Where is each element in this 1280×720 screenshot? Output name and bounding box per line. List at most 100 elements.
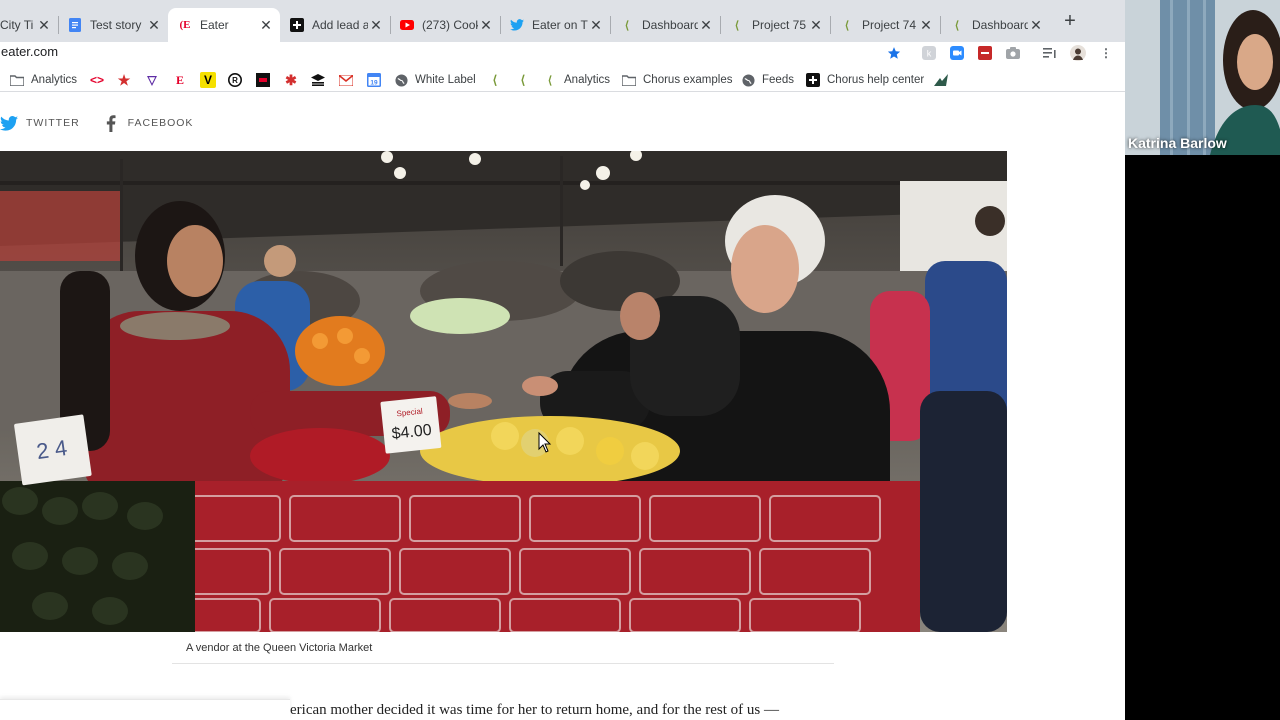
facebook-share-button[interactable]: FACEBOOK: [102, 114, 194, 132]
tab-dashboard-2[interactable]: ⟨ Dashboard ✕: [940, 8, 1050, 42]
tab-title: Project 75: [752, 18, 807, 32]
extension-bookmark-icon[interactable]: [933, 72, 949, 88]
chorus-icon: ⟨: [954, 19, 960, 32]
close-icon[interactable]: ✕: [588, 17, 604, 34]
calendar-day: 19: [370, 80, 378, 87]
bookmark-label: Chorus help center: [827, 74, 925, 86]
divider: [172, 663, 834, 664]
globe-icon: [741, 73, 755, 87]
bookmark-label: Analytics: [564, 74, 611, 86]
bookmark-chorus-help-center[interactable]: Chorus help center: [806, 72, 924, 88]
chorus-icon: ⟨: [844, 19, 850, 32]
bookmark-label: Analytics: [31, 74, 78, 86]
tab-dashboard-1[interactable]: ⟨ Dashboard ✕: [610, 8, 720, 42]
tab-project-75[interactable]: ⟨ Project 75 ✕: [720, 8, 830, 42]
extension-icon[interactable]: k: [921, 45, 937, 61]
facebook-icon: [102, 114, 120, 132]
eater-bookmark-icon[interactable]: E: [172, 72, 188, 88]
tab-title: (273) Cook: [422, 18, 478, 32]
bookmark-label: White Label: [415, 74, 476, 86]
chorus-icon: ⟨: [624, 19, 630, 32]
plus-square-icon: [290, 18, 304, 32]
close-icon[interactable]: ✕: [698, 17, 714, 34]
close-icon[interactable]: ✕: [1028, 17, 1044, 34]
video-call-panel: Katrina Barlow: [1125, 0, 1280, 720]
tab-add-lead[interactable]: Add lead a ✕: [280, 8, 390, 42]
tab-title: Add lead a: [312, 18, 368, 32]
profile-avatar-icon[interactable]: [1070, 45, 1086, 61]
folder-icon: [10, 73, 24, 87]
bookmarks-bar: Analytics <> ★ ▽ E V R ✱ 19 White Label …: [0, 68, 1125, 92]
calendar-bookmark-icon[interactable]: 19: [366, 72, 382, 88]
tab-youtube[interactable]: (273) Cook ✕: [390, 8, 500, 42]
verge-bookmark-icon[interactable]: ▽: [144, 72, 160, 88]
eater-icon: (E: [179, 19, 191, 31]
tab-project-74[interactable]: ⟨ Project 74 ✕: [830, 8, 940, 42]
chorus-icon: ⟨: [734, 19, 740, 32]
close-icon[interactable]: ✕: [36, 17, 52, 34]
close-icon[interactable]: ✕: [368, 17, 384, 34]
chorus-icon: ⟨: [547, 74, 553, 87]
tab-title: City Ti: [0, 18, 34, 32]
star-icon[interactable]: [886, 45, 902, 61]
article-body-text: erican mother decided it was time for he…: [290, 702, 780, 718]
code-bookmark-icon[interactable]: <>: [89, 72, 105, 88]
gmail-bookmark-icon[interactable]: [338, 72, 354, 88]
tab-test-story[interactable]: Test story ✕: [58, 8, 168, 42]
tab-eater-twitter[interactable]: Eater on T ✕: [500, 8, 610, 42]
youtube-icon: [400, 18, 414, 32]
record-extension-icon[interactable]: [977, 45, 993, 61]
bookmark-analytics-2[interactable]: ⟨ Analytics: [543, 72, 610, 88]
facebook-share-label: FACEBOOK: [127, 117, 194, 129]
tab-city[interactable]: City Ti ✕: [0, 8, 58, 42]
tab-title: Test story: [90, 18, 142, 32]
tab-title: Dashboard: [972, 18, 1028, 32]
browser-window: City Ti ✕ Test story ✕ (E Eater ✕ Add le…: [0, 0, 1125, 720]
twitter-icon: [0, 114, 18, 132]
polygon-bookmark-icon[interactable]: [255, 72, 271, 88]
svg-text:R: R: [232, 76, 238, 85]
small-sign-text: 2 4: [35, 435, 69, 464]
stack-bookmark-icon[interactable]: [310, 72, 326, 88]
close-icon[interactable]: ✕: [918, 17, 934, 34]
new-tab-button[interactable]: +: [1060, 11, 1080, 32]
bookmark-analytics[interactable]: Analytics: [10, 72, 77, 88]
bookmark-label: Chorus examples: [643, 74, 733, 86]
twitter-icon: [510, 18, 524, 32]
camera-icon[interactable]: [1005, 45, 1021, 61]
plus-square-icon: [806, 73, 820, 87]
tab-title: Eater: [200, 18, 229, 32]
reading-list-icon[interactable]: [1042, 45, 1058, 61]
close-icon[interactable]: ✕: [808, 17, 824, 34]
svg-text:k: k: [927, 49, 932, 59]
tab-strip: City Ti ✕ Test story ✕ (E Eater ✕ Add le…: [0, 0, 1125, 42]
bookmark-chorus-examples[interactable]: Chorus examples: [622, 72, 732, 88]
docs-icon: [68, 18, 82, 32]
bookmark-feeds[interactable]: Feeds: [741, 72, 794, 88]
recode-bookmark-icon[interactable]: R: [227, 72, 243, 88]
close-icon[interactable]: ✕: [478, 17, 494, 34]
screen: City Ti ✕ Test story ✕ (E Eater ✕ Add le…: [0, 0, 1280, 720]
close-icon[interactable]: ✕: [146, 17, 162, 34]
folder-icon: [622, 73, 636, 87]
address-bar[interactable]: eater.com k ⋮: [0, 42, 1125, 64]
close-icon[interactable]: ✕: [258, 17, 274, 34]
asterisk-bookmark-icon[interactable]: ✱: [283, 72, 299, 88]
twitter-share-button[interactable]: TWITTER: [0, 114, 80, 132]
vox-bookmark-icon[interactable]: V: [200, 72, 216, 88]
chorus-bookmark-icon[interactable]: ⟨: [515, 72, 531, 88]
more-menu-icon[interactable]: ⋮: [1098, 45, 1114, 61]
market-photo: Special $4.00 2 4: [0, 151, 1007, 632]
star-bookmark-icon[interactable]: ★: [116, 72, 132, 88]
participant-video-tile[interactable]: Katrina Barlow: [1125, 0, 1280, 155]
tab-title: Project 74: [862, 18, 917, 32]
globe-icon: [394, 73, 408, 87]
chorus-bookmark-icon[interactable]: ⟨: [487, 72, 503, 88]
zoom-extension-icon[interactable]: [949, 45, 965, 61]
tab-eater[interactable]: (E Eater ✕: [168, 8, 280, 42]
bookmark-label: Feeds: [762, 74, 794, 86]
twitter-share-label: TWITTER: [26, 117, 80, 129]
url-text[interactable]: eater.com: [1, 44, 58, 59]
bookmark-white-label[interactable]: White Label: [394, 72, 476, 88]
bottom-overlay-bar: [0, 699, 290, 720]
